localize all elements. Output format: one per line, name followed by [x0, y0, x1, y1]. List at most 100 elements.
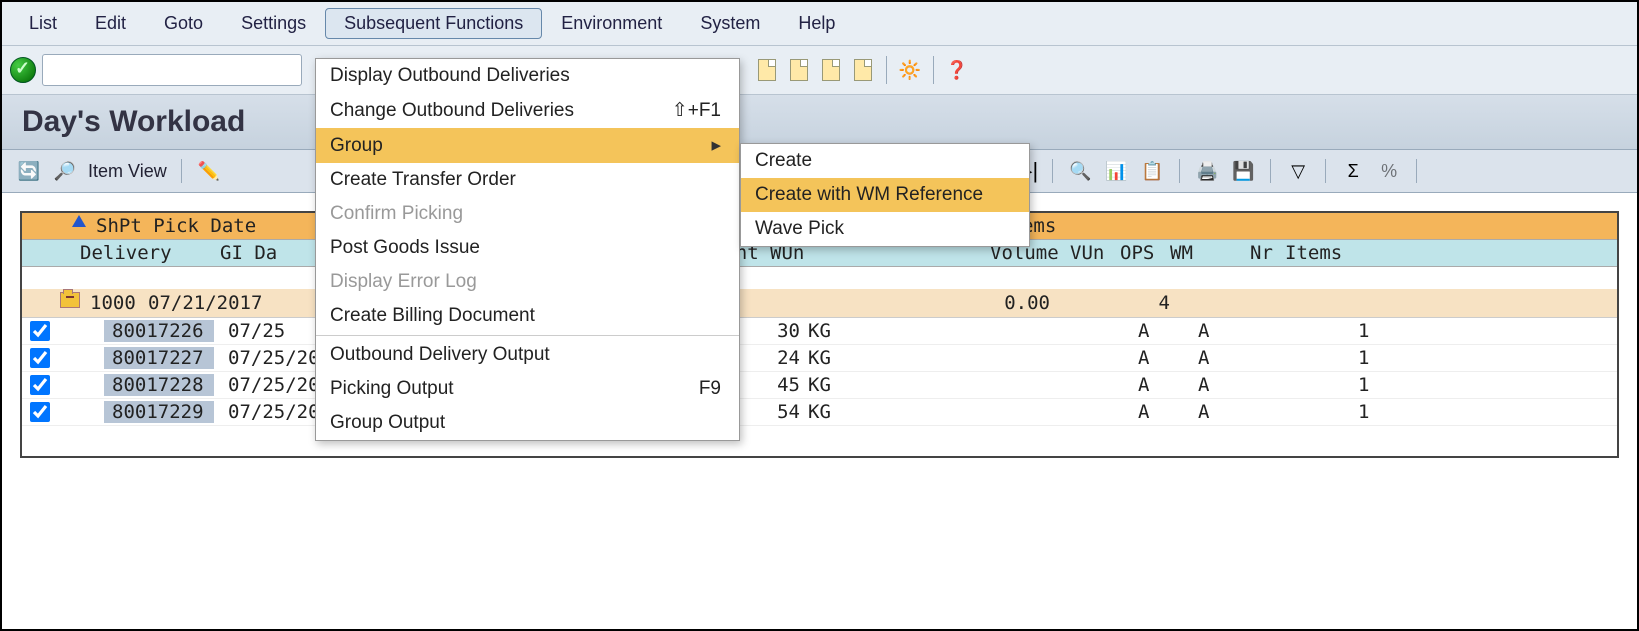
- cell-wm: A: [1194, 401, 1354, 423]
- dd-sub-wave-pick[interactable]: Wave Pick: [741, 212, 1029, 246]
- menu-goto[interactable]: Goto: [145, 8, 222, 39]
- page-icon[interactable]: [754, 57, 780, 83]
- cell-delivery: 80017229: [104, 401, 214, 423]
- hdr-delivery[interactable]: Delivery: [76, 242, 216, 264]
- hdr-vun[interactable]: VUn: [1066, 242, 1116, 264]
- cell-ops: A: [1134, 401, 1194, 423]
- dd-change-outbound[interactable]: Change Outbound Deliveries⇧+F1: [316, 93, 739, 128]
- page-next-icon[interactable]: [818, 57, 844, 83]
- find-icon[interactable]: 🔎: [52, 158, 78, 184]
- dd-label: Group: [330, 135, 383, 157]
- dd-group[interactable]: Group: [316, 128, 739, 163]
- dd-group-output[interactable]: Group Output: [316, 406, 739, 440]
- dd-display-outbound[interactable]: Display Outbound Deliveries: [316, 59, 739, 93]
- dd-picking-output[interactable]: Picking OutputF9: [316, 372, 739, 406]
- dd-label: Outbound Delivery Output: [330, 344, 550, 366]
- dd-label: Create Billing Document: [330, 305, 535, 327]
- export-icon[interactable]: 💾: [1230, 158, 1256, 184]
- sum-icon[interactable]: Σ: [1340, 158, 1366, 184]
- separator: [1270, 159, 1271, 183]
- table-row[interactable]: 80017227 07/25/2017 2 R00020 24 KG A A 1: [22, 345, 1617, 372]
- toolbar-separator: [886, 56, 887, 84]
- cell-delivery: 80017228: [104, 374, 214, 396]
- cell-wun: KG: [804, 320, 1134, 342]
- cell-wm: A: [1194, 347, 1354, 369]
- dd-create-transfer-order[interactable]: Create Transfer Order: [316, 163, 739, 197]
- enter-icon[interactable]: [10, 57, 36, 83]
- cell-wun: KG: [804, 374, 1134, 396]
- cell-ops: A: [1134, 347, 1194, 369]
- page-last-icon[interactable]: [850, 57, 876, 83]
- row-checkbox[interactable]: [30, 402, 50, 422]
- row-checkbox[interactable]: [30, 348, 50, 368]
- dd-post-goods-issue[interactable]: Post Goods Issue: [316, 231, 739, 265]
- menu-environment[interactable]: Environment: [542, 8, 681, 39]
- cell-items: 1: [1354, 347, 1373, 369]
- folder-collapse-icon[interactable]: [60, 292, 80, 308]
- cell-items: 1: [1354, 401, 1373, 423]
- page-title: Day's Workload: [2, 95, 1637, 150]
- toolbar-separator: [933, 56, 934, 84]
- help-icon[interactable]: ❓: [944, 57, 970, 83]
- dd-label: Group Output: [330, 412, 445, 434]
- sort-icon[interactable]: [72, 215, 86, 227]
- list-icon[interactable]: 📋: [1139, 158, 1165, 184]
- refresh-icon[interactable]: 🔄: [16, 158, 42, 184]
- cell-wun: KG: [804, 347, 1134, 369]
- menubar: List Edit Goto Settings Subsequent Funct…: [2, 2, 1637, 46]
- menu-system[interactable]: System: [681, 8, 779, 39]
- cell-items: 1: [1354, 320, 1373, 342]
- dd-separator: [316, 335, 739, 336]
- menu-help[interactable]: Help: [779, 8, 854, 39]
- filter-icon[interactable]: ▽: [1285, 158, 1311, 184]
- cell-wm: A: [1194, 320, 1354, 342]
- dropdown-subsequent-functions: Display Outbound Deliveries Change Outbo…: [315, 58, 740, 441]
- dd-sub-create[interactable]: Create: [741, 144, 1029, 178]
- menu-subsequent-functions[interactable]: Subsequent Functions: [325, 8, 542, 39]
- dd-sub-create-wm-ref[interactable]: Create with WM Reference: [741, 178, 1029, 212]
- summary-volume: 0.00: [904, 292, 1054, 314]
- cell-delivery: 80017226: [104, 320, 214, 342]
- hdr-ops[interactable]: OPS: [1116, 242, 1166, 264]
- grid-icon[interactable]: 📊: [1103, 158, 1129, 184]
- dd-create-billing[interactable]: Create Billing Document: [316, 299, 739, 333]
- separator: [181, 159, 182, 183]
- pencil-icon[interactable]: ✏️: [196, 158, 222, 184]
- details-icon[interactable]: 🔍: [1067, 158, 1093, 184]
- print-icon[interactable]: 🖨️: [1194, 158, 1220, 184]
- dd-label: Post Goods Issue: [330, 237, 480, 259]
- item-view-button[interactable]: Item View: [88, 161, 167, 182]
- dd-confirm-picking: Confirm Picking: [316, 197, 739, 231]
- menu-list[interactable]: List: [10, 8, 76, 39]
- page-up-icon[interactable]: [786, 57, 812, 83]
- system-toolbar: 🔆 ❓: [2, 46, 1637, 95]
- menu-edit[interactable]: Edit: [76, 8, 145, 39]
- dd-label: Wave Pick: [755, 218, 844, 240]
- table-row[interactable]: 80017226 07/25 30 KG A A 1: [22, 318, 1617, 345]
- summary-shpt: 1000: [86, 292, 144, 314]
- hdr-nr[interactable]: Nr: [1246, 242, 1281, 264]
- menu-settings[interactable]: Settings: [222, 8, 325, 39]
- separator: [1416, 159, 1417, 183]
- command-field[interactable]: [42, 54, 302, 86]
- alv-grid: ShPt Pick Date Volume VUn ProcTime Nr It…: [20, 211, 1619, 458]
- hdr-wm[interactable]: WM: [1166, 242, 1246, 264]
- table-row[interactable]: 80017229 07/25/2017 2 R00020 54 KG A A 1: [22, 399, 1617, 426]
- separator: [1052, 159, 1053, 183]
- summary-row[interactable]: 1000 07/21/2017 0.00 4: [22, 289, 1617, 318]
- dd-label: Create Transfer Order: [330, 169, 516, 191]
- layout-icon[interactable]: 🔆: [897, 57, 923, 83]
- subtotal-icon[interactable]: %: [1376, 158, 1402, 184]
- cell-items: 1: [1354, 374, 1373, 396]
- cell-wm: A: [1194, 374, 1354, 396]
- cell-ops: A: [1134, 320, 1194, 342]
- dd-shortcut: ⇧+F1: [672, 99, 721, 122]
- dd-shortcut: F9: [699, 378, 721, 400]
- dd-label: Create with WM Reference: [755, 184, 983, 206]
- hdr-items[interactable]: Items: [1281, 242, 1346, 264]
- table-row[interactable]: 80017228 07/25/2017 2 R00020 45 KG A A 1: [22, 372, 1617, 399]
- row-checkbox[interactable]: [30, 321, 50, 341]
- dd-outbound-delivery-output[interactable]: Outbound Delivery Output: [316, 338, 739, 372]
- row-checkbox[interactable]: [30, 375, 50, 395]
- dd-label: Create: [755, 150, 812, 172]
